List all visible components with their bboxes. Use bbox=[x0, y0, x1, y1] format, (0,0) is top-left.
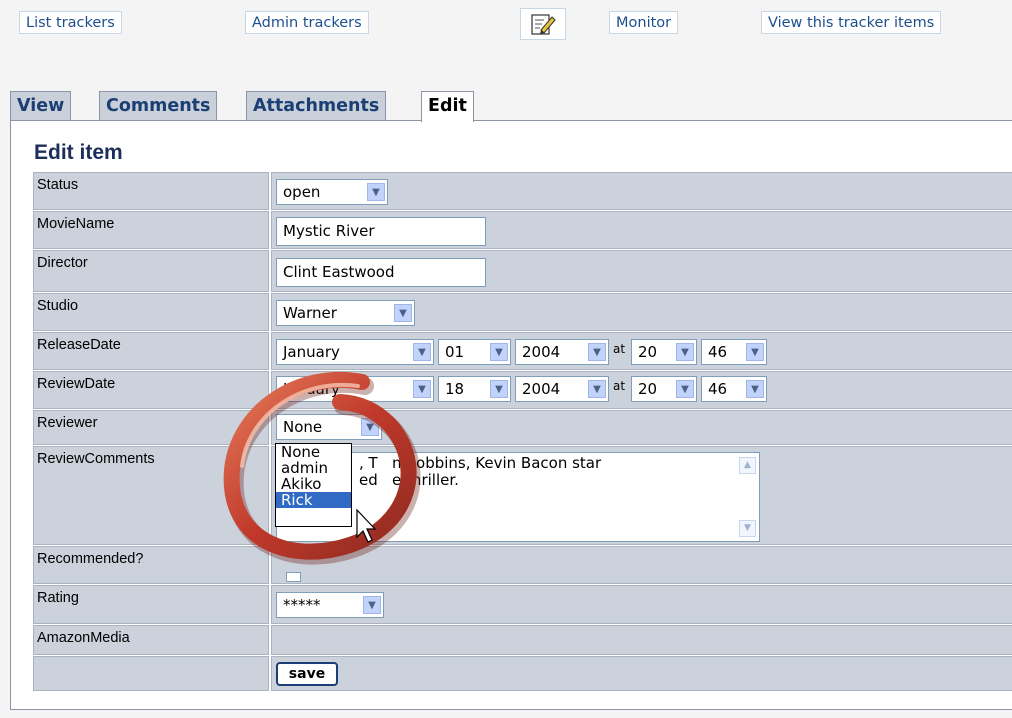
release-date-row: ReleaseDate January ▼ 01 ▼ 2004 ▼ at 20 ▼ 46… bbox=[33, 332, 1012, 370]
tab-edit[interactable]: Edit bbox=[421, 91, 474, 122]
chevron-down-icon: ▼ bbox=[746, 343, 764, 361]
amazon-media-row: AmazonMedia bbox=[33, 625, 1012, 655]
review-hour-select[interactable]: 20 ▼ bbox=[631, 376, 697, 402]
review-day-select[interactable]: 18 ▼ bbox=[438, 376, 511, 402]
status-row: Status open ▼ bbox=[33, 172, 1012, 210]
at-label: at bbox=[613, 342, 626, 356]
review-comments-label: ReviewComments bbox=[33, 446, 269, 545]
chevron-down-icon: ▼ bbox=[367, 183, 385, 201]
edit-pencil-icon bbox=[531, 14, 556, 35]
admin-trackers-link[interactable]: Admin trackers bbox=[245, 11, 369, 34]
studio-row: Studio Warner ▼ bbox=[33, 293, 1012, 331]
scroll-up-icon[interactable]: ▲ bbox=[739, 457, 756, 474]
review-minute-select[interactable]: 46 ▼ bbox=[701, 376, 767, 402]
release-minute-select[interactable]: 46 ▼ bbox=[701, 339, 767, 365]
page-title: Edit item bbox=[34, 141, 123, 164]
review-date-row: ReviewDate January ▼ 18 ▼ 2004 ▼ at 20 ▼ 46 ▼ bbox=[33, 371, 1012, 409]
status-label: Status bbox=[33, 172, 269, 210]
tab-view[interactable]: View bbox=[10, 91, 72, 121]
studio-select[interactable]: Warner ▼ bbox=[276, 300, 415, 326]
review-year-select[interactable]: 2004 ▼ bbox=[515, 376, 609, 402]
scroll-down-icon[interactable]: ▼ bbox=[739, 520, 756, 537]
save-button[interactable]: save bbox=[276, 662, 338, 686]
chevron-down-icon: ▼ bbox=[746, 380, 764, 398]
director-label: Director bbox=[33, 250, 269, 292]
chevron-down-icon: ▼ bbox=[490, 380, 508, 398]
rating-select[interactable]: ***** ▼ bbox=[276, 592, 384, 618]
release-hour-select[interactable]: 20 ▼ bbox=[631, 339, 697, 365]
rating-row: Rating ***** ▼ bbox=[33, 585, 1012, 624]
reviewer-option[interactable]: Akiko bbox=[276, 476, 351, 492]
recommended-label: Recommended? bbox=[33, 546, 269, 584]
director-input[interactable]: Clint Eastwood bbox=[276, 258, 486, 287]
tab-attachments[interactable]: Attachments bbox=[246, 91, 387, 121]
save-row: save bbox=[33, 656, 1012, 691]
movie-name-input[interactable]: Mystic River bbox=[276, 217, 486, 246]
amazon-media-label: AmazonMedia bbox=[33, 625, 269, 655]
chevron-down-icon: ▼ bbox=[588, 380, 606, 398]
view-tracker-items-link[interactable]: View this tracker items bbox=[761, 11, 942, 34]
movie-name-label: MovieName bbox=[33, 211, 269, 249]
chevron-down-icon: ▼ bbox=[676, 343, 694, 361]
release-year-select[interactable]: 2004 ▼ bbox=[515, 339, 609, 365]
release-day-select[interactable]: 01 ▼ bbox=[438, 339, 511, 365]
at-label: at bbox=[613, 379, 626, 393]
release-month-select[interactable]: January ▼ bbox=[276, 339, 434, 365]
status-select[interactable]: open ▼ bbox=[276, 179, 388, 205]
reviewer-dropdown-list: None admin Akiko Rick bbox=[275, 443, 352, 527]
reviewer-option[interactable]: admin bbox=[276, 460, 351, 476]
director-row: Director Clint Eastwood bbox=[33, 250, 1012, 292]
rating-label: Rating bbox=[33, 585, 269, 624]
edit-tracker-button[interactable] bbox=[520, 8, 566, 40]
chevron-down-icon: ▼ bbox=[588, 343, 606, 361]
reviewer-option-highlighted[interactable]: Rick bbox=[276, 492, 351, 508]
reviewer-select[interactable]: None ▼ bbox=[276, 414, 382, 440]
list-trackers-link[interactable]: List trackers bbox=[19, 11, 122, 34]
recommended-checkbox[interactable] bbox=[286, 572, 301, 582]
chevron-down-icon: ▼ bbox=[394, 304, 412, 322]
reviewer-option[interactable]: None bbox=[276, 444, 351, 460]
chevron-down-icon: ▼ bbox=[363, 596, 381, 614]
chevron-down-icon: ▼ bbox=[361, 418, 379, 436]
recommended-row: Recommended? bbox=[33, 546, 1012, 584]
review-comments-row: ReviewComments , T n Robbins, Kevin Baco… bbox=[33, 446, 1012, 545]
monitor-link[interactable]: Monitor bbox=[609, 11, 679, 34]
tab-comments[interactable]: Comments bbox=[99, 91, 218, 121]
studio-label: Studio bbox=[33, 293, 269, 331]
release-date-label: ReleaseDate bbox=[33, 332, 269, 370]
reviewer-row: Reviewer None ▼ bbox=[33, 410, 1012, 445]
chevron-down-icon: ▼ bbox=[676, 380, 694, 398]
chevron-down-icon: ▼ bbox=[413, 343, 431, 361]
review-month-select[interactable]: January ▼ bbox=[276, 376, 434, 402]
chevron-down-icon: ▼ bbox=[413, 380, 431, 398]
review-date-label: ReviewDate bbox=[33, 371, 269, 409]
chevron-down-icon: ▼ bbox=[490, 343, 508, 361]
movie-name-row: MovieName Mystic River bbox=[33, 211, 1012, 249]
reviewer-label: Reviewer bbox=[33, 410, 269, 445]
